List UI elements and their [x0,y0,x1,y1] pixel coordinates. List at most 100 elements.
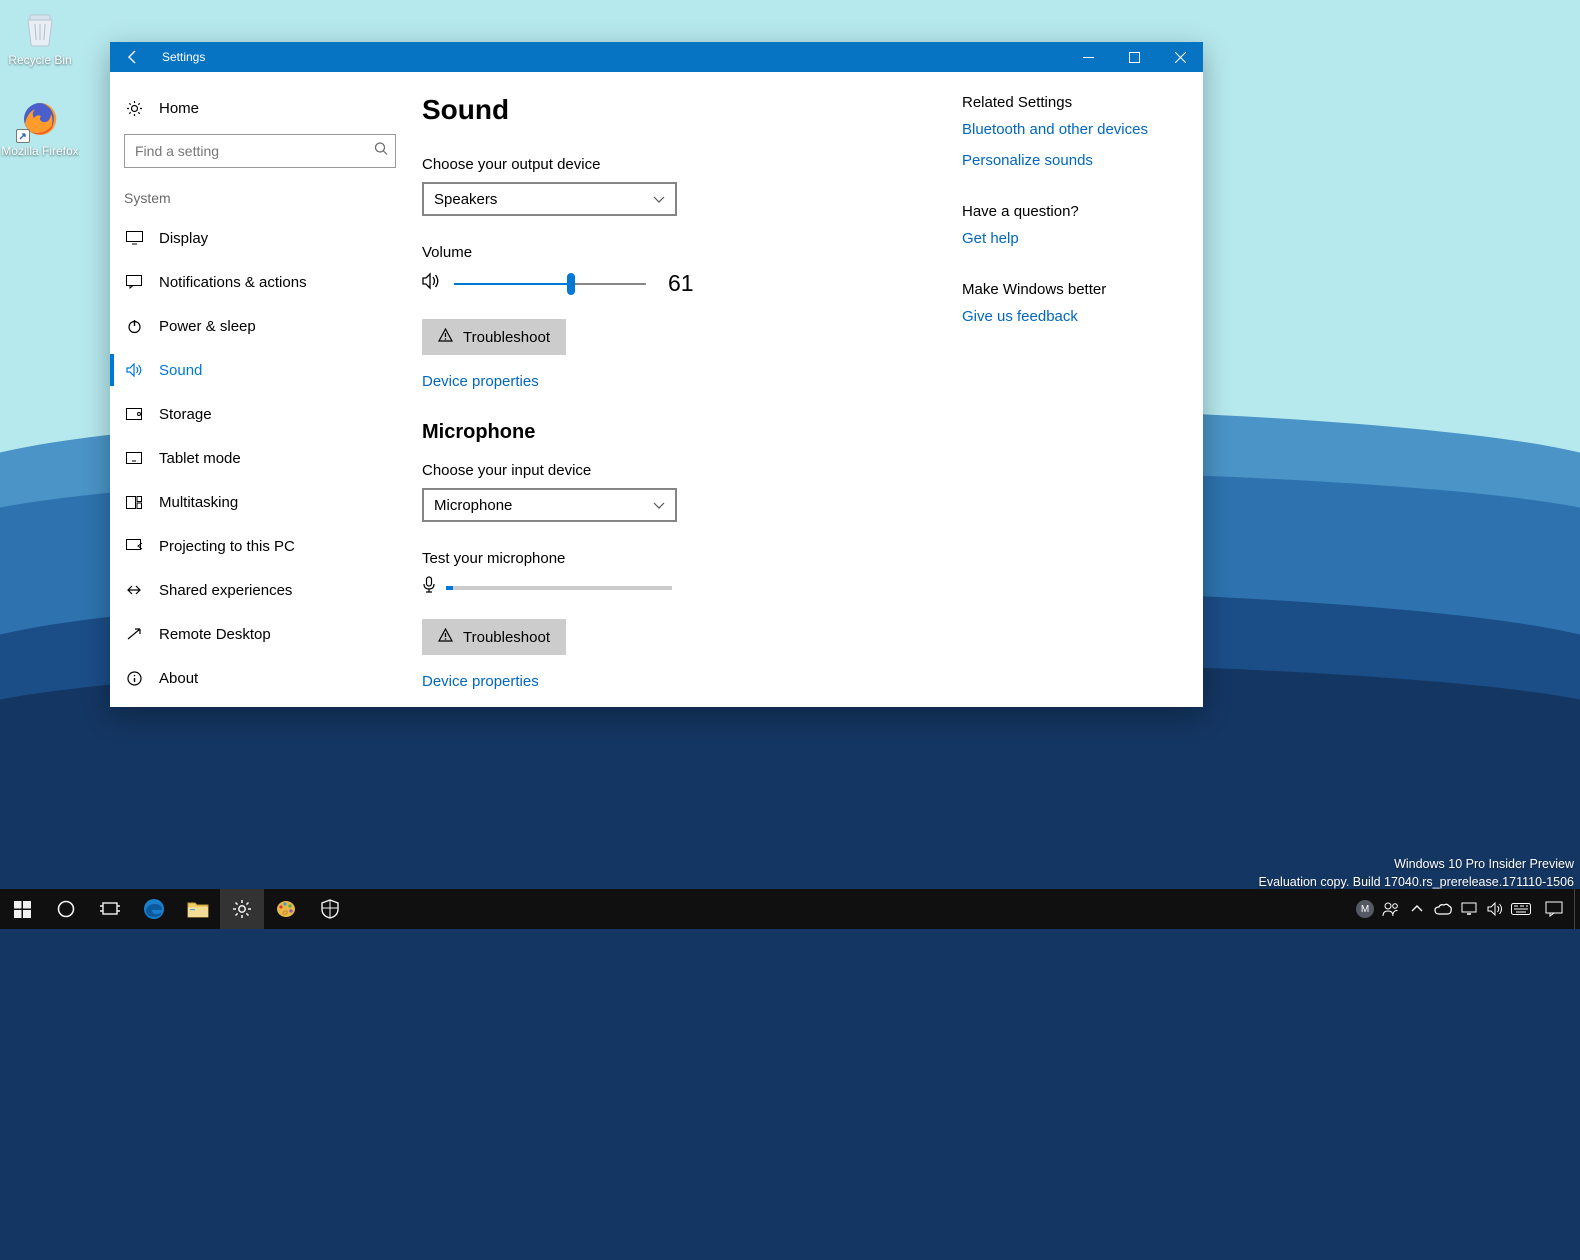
tray-people-button[interactable] [1378,889,1404,929]
sidebar-item-label: Projecting to this PC [159,538,295,555]
system-tray: M [1352,889,1580,929]
sidebar-item-label: Display [159,230,208,247]
output-device-dropdown[interactable]: Speakers [422,182,677,216]
storage-icon [125,408,143,420]
desktop-icon-recycle-bin[interactable]: Recycle Bin [0,6,80,67]
notifications-icon [125,275,143,289]
desktop-icon-label: Recycle Bin [8,53,71,67]
taskbar: M [0,889,1580,929]
get-help-link[interactable]: Get help [962,230,1183,247]
sidebar-item-label: Remote Desktop [159,626,271,643]
minimize-button[interactable] [1065,42,1111,72]
tray-network-icon[interactable] [1456,889,1482,929]
microphone-heading: Microphone [422,421,962,444]
settings-window: Settings Home System Display [110,42,1203,707]
info-icon [125,671,143,686]
output-troubleshoot-button[interactable]: Troubleshoot [422,319,566,355]
tray-overflow-button[interactable] [1404,889,1430,929]
sidebar-item-projecting[interactable]: Projecting to this PC [110,524,410,568]
related-settings-heading: Related Settings [962,94,1183,111]
dropdown-value: Speakers [434,191,497,208]
maximize-button[interactable] [1111,42,1157,72]
input-device-properties-link[interactable]: Device properties [422,673,539,690]
power-icon [125,319,143,334]
output-device-properties-link[interactable]: Device properties [422,373,539,390]
taskbar-app-edge[interactable] [132,889,176,929]
show-desktop-button[interactable] [1574,889,1580,929]
gear-icon [125,100,143,117]
speaker-icon [422,272,442,295]
button-label: Troubleshoot [463,629,550,646]
shortcut-overlay-icon [16,129,30,143]
sidebar-item-tablet[interactable]: Tablet mode [110,436,410,480]
related-link-personalize-sounds[interactable]: Personalize sounds [962,152,1183,169]
chevron-down-icon [653,497,665,514]
input-device-dropdown[interactable]: Microphone [422,488,677,522]
avatar: M [1356,900,1374,918]
desktop-watermark: Windows 10 Pro Insider Preview Evaluatio… [1259,856,1575,891]
search-icon [374,142,388,161]
microphone-icon [422,576,436,599]
chevron-down-icon [653,191,665,208]
make-better-heading: Make Windows better [962,281,1183,298]
question-heading: Have a question? [962,203,1183,220]
start-button[interactable] [0,889,44,929]
projecting-icon [125,539,143,553]
page-title: Sound [422,94,962,126]
sidebar-item-display[interactable]: Display [110,216,410,260]
multitasking-icon [125,496,143,509]
recycle-bin-icon [18,6,62,50]
sidebar-item-sound[interactable]: Sound [110,348,410,392]
back-button[interactable] [110,42,156,72]
remote-icon [125,627,143,641]
sidebar-item-label: Sound [159,362,202,379]
taskbar-app-paint[interactable] [264,889,308,929]
sidebar-item-label: Notifications & actions [159,274,307,291]
sidebar-item-label: About [159,670,198,687]
window-title: Settings [162,50,205,64]
search-input[interactable] [124,134,396,168]
sidebar-item-label: Shared experiences [159,582,292,599]
desktop-icon-firefox[interactable]: Mozilla Firefox [0,97,80,158]
sidebar-item-shared[interactable]: Shared experiences [110,568,410,612]
sidebar-item-about[interactable]: About [110,656,410,700]
sidebar-item-storage[interactable]: Storage [110,392,410,436]
cortana-button[interactable] [44,889,88,929]
volume-value: 61 [668,270,694,297]
tablet-icon [125,452,143,465]
tray-input-icon[interactable] [1508,889,1534,929]
sidebar-home[interactable]: Home [110,88,410,128]
tray-onedrive-icon[interactable] [1430,889,1456,929]
sidebar-item-label: Storage [159,406,212,423]
sidebar-item-multitasking[interactable]: Multitasking [110,480,410,524]
sidebar-item-label: Tablet mode [159,450,241,467]
shared-icon [125,583,143,597]
dropdown-value: Microphone [434,497,512,514]
input-device-label: Choose your input device [422,462,962,479]
related-link-bluetooth[interactable]: Bluetooth and other devices [962,121,1183,138]
sound-icon [125,363,143,377]
test-mic-label: Test your microphone [422,550,962,567]
tray-action-center-button[interactable] [1534,889,1574,929]
sidebar-item-power[interactable]: Power & sleep [110,304,410,348]
sidebar-item-remote[interactable]: Remote Desktop [110,612,410,656]
sidebar-item-label: Multitasking [159,494,238,511]
taskbar-app-explorer[interactable] [176,889,220,929]
close-button[interactable] [1157,42,1203,72]
taskbar-app-security[interactable] [308,889,352,929]
sidebar-item-notifications[interactable]: Notifications & actions [110,260,410,304]
task-view-button[interactable] [88,889,132,929]
sidebar: Home System Display Notifications & acti… [110,72,410,707]
tray-volume-icon[interactable] [1482,889,1508,929]
sidebar-section-label: System [110,182,410,216]
volume-slider[interactable] [454,283,646,285]
input-troubleshoot-button[interactable]: Troubleshoot [422,619,566,655]
warning-icon [438,328,453,346]
feedback-link[interactable]: Give us feedback [962,308,1183,325]
desktop-icon-label: Mozilla Firefox [1,144,78,158]
tray-user-button[interactable]: M [1352,889,1378,929]
taskbar-app-settings[interactable] [220,889,264,929]
titlebar[interactable]: Settings [110,42,1203,72]
warning-icon [438,628,453,646]
output-device-label: Choose your output device [422,156,962,173]
